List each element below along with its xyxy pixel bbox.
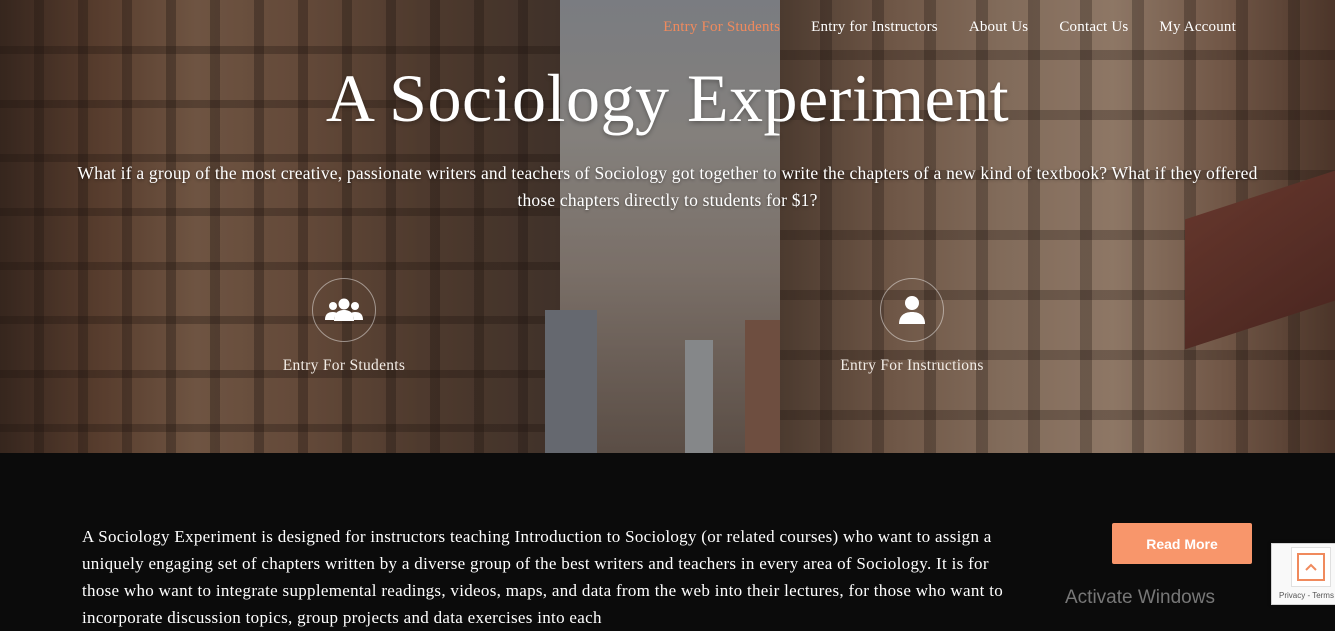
feature-entry-for-instructions[interactable]: Entry For Instructions (812, 278, 1012, 375)
intro-description: A Sociology Experiment is designed for i… (82, 527, 1004, 627)
feature-icon-circle[interactable] (880, 278, 944, 342)
nav-my-account[interactable]: My Account (1159, 19, 1236, 36)
nav-entry-for-students[interactable]: Entry For Students (663, 19, 780, 36)
hero-banner: Entry For Students Entry for Instructors… (0, 0, 1335, 453)
user-icon (899, 296, 925, 324)
nav-about-us[interactable]: About Us (969, 19, 1029, 36)
chevron-up-icon (1305, 563, 1317, 571)
scroll-to-top-frame (1297, 553, 1325, 581)
nav-contact-us[interactable]: Contact Us (1059, 19, 1128, 36)
feature-label[interactable]: Entry For Students (244, 357, 444, 375)
feature-icon-circle[interactable] (312, 278, 376, 342)
recaptcha-privacy-terms[interactable]: Privacy - Terms (1279, 591, 1334, 600)
feature-label[interactable]: Entry For Instructions (812, 357, 1012, 375)
intro-section: A Sociology Experiment is designed for i… (0, 453, 1335, 627)
read-more-button[interactable]: Read More (1112, 523, 1252, 564)
activate-windows-watermark: Activate Windows (1065, 587, 1215, 608)
hero-title: A Sociology Experiment (325, 60, 1010, 136)
main-nav: Entry For Students Entry for Instructors… (632, 19, 1236, 36)
hero-subtitle: What if a group of the most creative, pa… (77, 163, 1258, 210)
feature-entry-for-students[interactable]: Entry For Students (244, 278, 444, 375)
users-icon (325, 298, 363, 321)
nav-entry-for-instructors[interactable]: Entry for Instructors (811, 19, 938, 36)
scroll-to-top-button[interactable] (1291, 547, 1331, 587)
